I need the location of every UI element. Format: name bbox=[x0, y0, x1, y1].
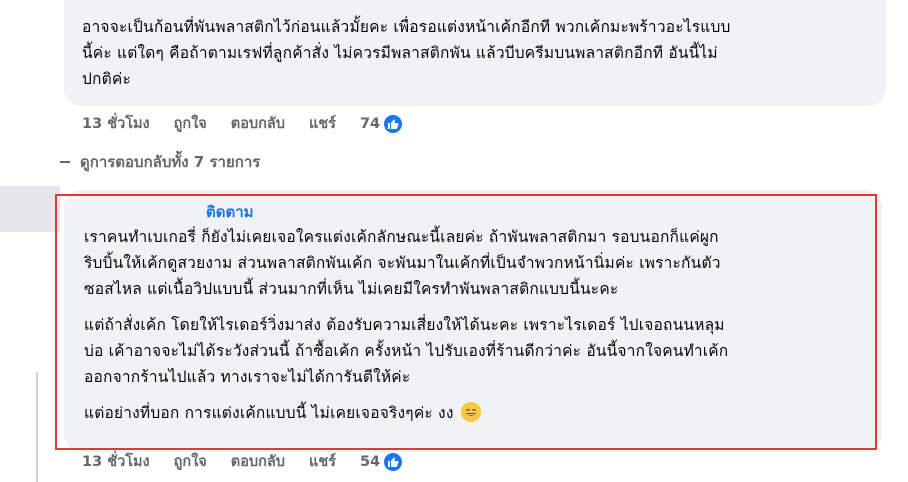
comment-text: อาจจะเป็นก้อนที่พันพลาสติกไว้ก่อนแล้วมั้… bbox=[82, 14, 870, 92]
comment-thread: อาจจะเป็นก้อนที่พันพลาสติกไว้ก่อนแล้วมั้… bbox=[0, 0, 908, 482]
comment-line: นี้ค่ะ แต่ใดๆ คือถ้าตามเรฟที่ลูกค้าสั่ง … bbox=[82, 44, 718, 62]
thumbs-up-icon[interactable] bbox=[382, 450, 405, 473]
reply-line: ซอสไหล แต่เนื้อวิปแบบนี้ ส่วนมากที่เห็น … bbox=[84, 280, 619, 298]
thumbs-up-icon[interactable] bbox=[382, 112, 405, 135]
reaction-count[interactable]: 74 bbox=[360, 116, 380, 132]
reply-button[interactable]: ตอบกลับ bbox=[231, 450, 285, 473]
reaction-count[interactable]: 54 bbox=[360, 454, 380, 470]
reply-line: เราคนทำเบเกอรี่ ก็ยังไม่เคยเจอใครแต่งเค้… bbox=[84, 228, 719, 246]
thread-dash bbox=[60, 161, 70, 163]
reply-line: บ่อ เค้าอาจจะไม่ได้ระวังส่วนนี้ ถ้าซื้อเ… bbox=[84, 342, 729, 360]
comment-line: ปกติค่ะ bbox=[82, 70, 131, 88]
thread-line bbox=[36, 372, 38, 482]
view-replies-label: ดูการตอบกลับทั้ง 7 รายการ bbox=[80, 153, 261, 171]
share-button[interactable]: แชร์ bbox=[309, 450, 336, 473]
reply-line: แต่ถ้าสั่งเค้ก โดยให้ไรเดอร์วิ่งมาส่ง ต้… bbox=[84, 316, 725, 334]
reply-paragraph: แต่ถ้าสั่งเค้ก โดยให้ไรเดอร์วิ่งมาส่ง ต้… bbox=[84, 312, 868, 390]
comment-actions: 13 ชั่วโมง ถูกใจ ตอบกลับ แชร์ 74 bbox=[82, 112, 405, 135]
share-button[interactable]: แชร์ bbox=[309, 112, 336, 135]
like-button[interactable]: ถูกใจ bbox=[174, 450, 207, 473]
avatar[interactable] bbox=[0, 186, 60, 232]
timestamp-link[interactable]: 13 ชั่วโมง bbox=[82, 112, 150, 135]
reply-text: เราคนทำเบเกอรี่ ก็ยังไม่เคยเจอใครแต่งเค้… bbox=[84, 224, 868, 426]
timestamp-link[interactable]: 13 ชั่วโมง bbox=[82, 450, 150, 473]
reply-bubble: ติดตาม เราคนทำเบเกอรี่ ก็ยังไม่เคยเจอใคร… bbox=[64, 190, 882, 452]
comment-bubble: อาจจะเป็นก้อนที่พันพลาสติกไว้ก่อนแล้วมั้… bbox=[64, 0, 886, 106]
reply-line: ริบบิ้นให้เค้กดูสวยงาม ส่วนพลาสติกพันเค้… bbox=[84, 254, 721, 272]
reply-paragraph: แต่อย่างที่บอก การแต่งเค้กแบบนี้ ไม่เคยเ… bbox=[84, 400, 868, 426]
comment-line: อาจจะเป็นก้อนที่พันพลาสติกไว้ก่อนแล้วมั้… bbox=[82, 18, 731, 36]
grinning-emoji-icon bbox=[460, 402, 481, 422]
view-replies-button[interactable]: ดูการตอบกลับทั้ง 7 รายการ bbox=[60, 150, 260, 174]
like-button[interactable]: ถูกใจ bbox=[174, 112, 207, 135]
reply-button[interactable]: ตอบกลับ bbox=[231, 112, 285, 135]
reply-line: ออกจากร้านไปแล้ว ทางเราจะไม่ได้การันตีให… bbox=[84, 368, 411, 386]
reply-paragraph: เราคนทำเบเกอรี่ ก็ยังไม่เคยเจอใครแต่งเค้… bbox=[84, 224, 868, 302]
follow-link[interactable]: ติดตาม bbox=[206, 202, 868, 222]
reply-actions: 13 ชั่วโมง ถูกใจ ตอบกลับ แชร์ 54 bbox=[82, 450, 405, 473]
reply-line: แต่อย่างที่บอก การแต่งเค้กแบบนี้ ไม่เคยเ… bbox=[84, 404, 454, 422]
